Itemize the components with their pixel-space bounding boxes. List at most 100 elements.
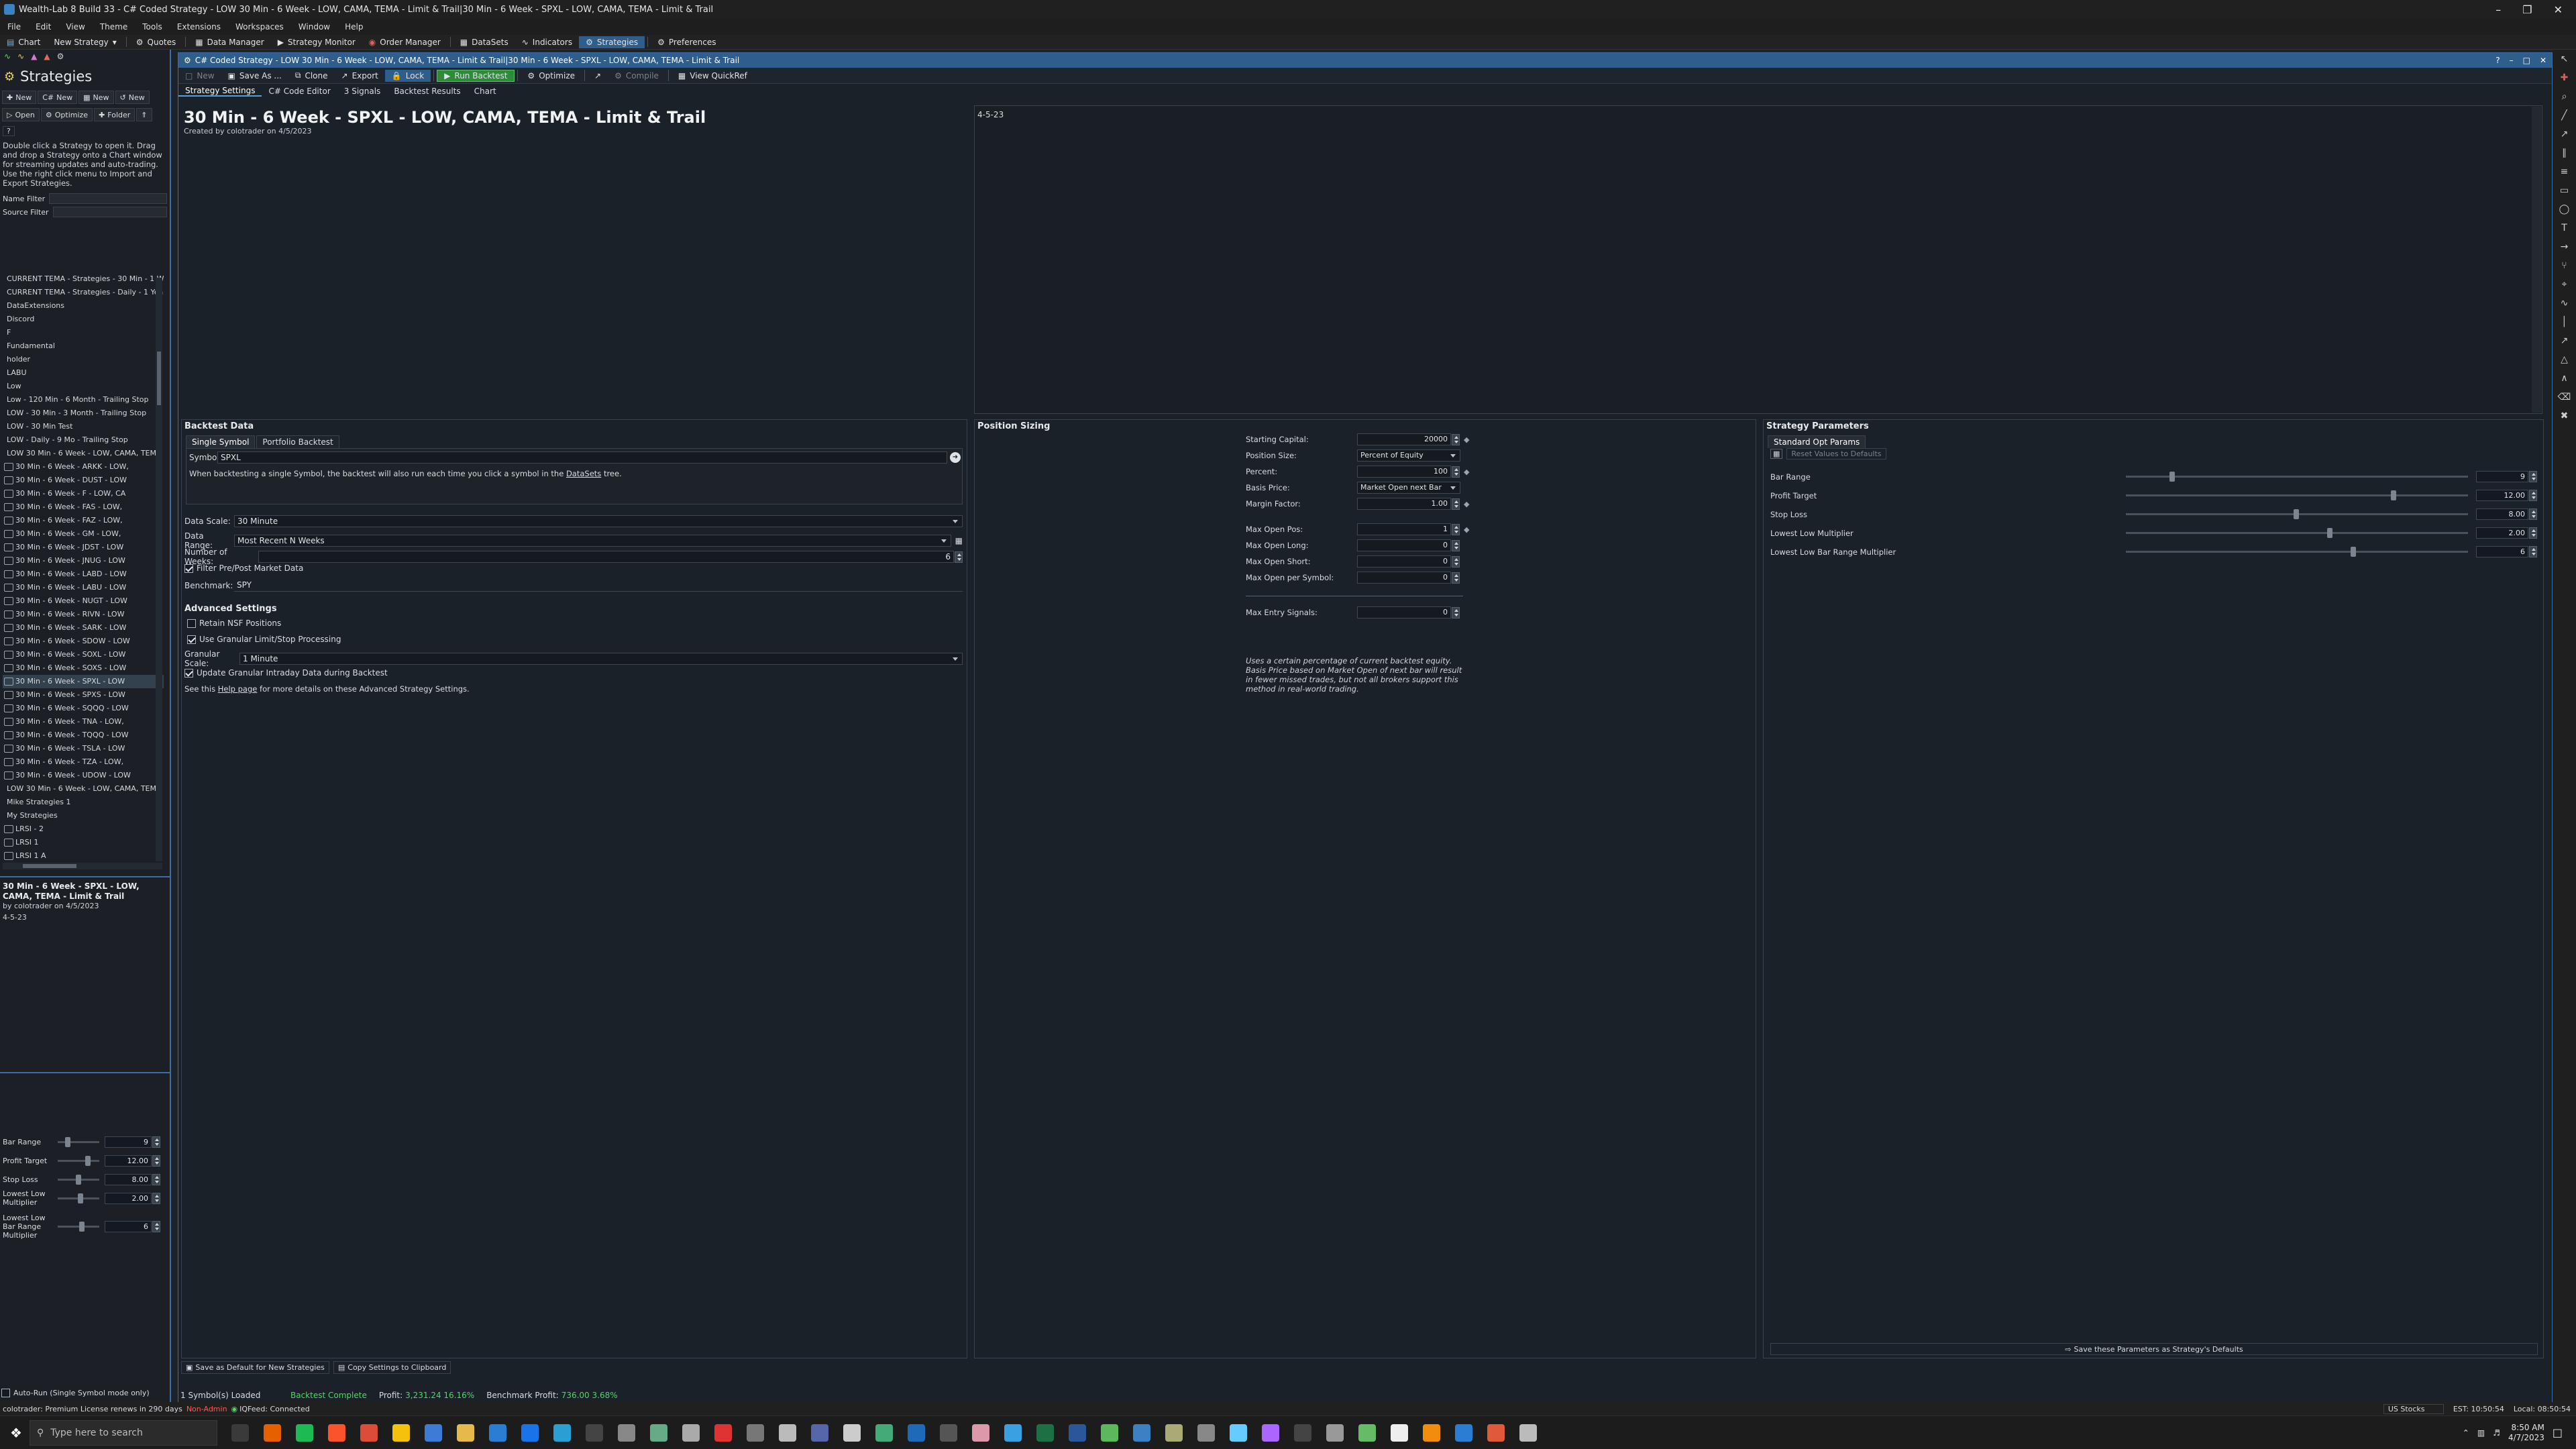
app-icon[interactable]	[875, 1424, 893, 1442]
app-icon[interactable]	[714, 1424, 732, 1442]
trash-icon[interactable]: ✖	[2558, 411, 2571, 424]
files-icon[interactable]	[457, 1424, 474, 1442]
spinner[interactable]	[1452, 466, 1460, 478]
text-icon[interactable]: T	[2558, 223, 2571, 236]
save-param-defaults-button[interactable]: ⇨ Save these Parameters as Strategy's Def…	[1770, 1343, 2538, 1355]
arrow-icon[interactable]: →	[2558, 241, 2571, 255]
quotes-button[interactable]: ⚙ Quotes	[129, 35, 183, 49]
tree-hscrollbar[interactable]	[3, 863, 162, 869]
clone-button[interactable]: ⧉ Clone	[288, 68, 335, 83]
tree-strategy[interactable]: 30 Min - 6 Week - SOXS - LOW	[3, 661, 164, 675]
store-icon[interactable]	[489, 1424, 506, 1442]
param-value[interactable]: 8.00	[2476, 508, 2528, 520]
trendline-icon[interactable]: ↗	[2558, 129, 2571, 142]
param-spinner[interactable]	[2529, 546, 2537, 557]
new-strategy-button[interactable]: New Strategy ▾	[47, 35, 123, 49]
tree-folder[interactable]: LOW 30 Min - 6 Week - LOW, CAMA, TEMA	[3, 782, 164, 796]
param-spinner[interactable]	[2529, 471, 2537, 482]
menu-extensions[interactable]: Extensions	[170, 22, 228, 32]
param-spinner[interactable]	[152, 1192, 160, 1204]
fib-icon[interactable]: ≡	[2558, 166, 2571, 180]
tree-strategy[interactable]: LRSI 1 A	[3, 849, 164, 863]
menu-workspaces[interactable]: Workspaces	[228, 22, 291, 32]
menu-help[interactable]: Help	[337, 22, 370, 32]
param-slider[interactable]	[58, 1155, 99, 1166]
doc-minimize-icon[interactable]: –	[2510, 56, 2514, 65]
tag-icon[interactable]: ◆	[1464, 500, 1469, 508]
param-value[interactable]: 8.00	[105, 1173, 152, 1185]
tag-icon[interactable]: ◆	[1464, 468, 1469, 476]
calendar-icon[interactable]: ▦	[955, 536, 963, 545]
app-icon[interactable]	[811, 1424, 828, 1442]
data-scale-select[interactable]: 30 Minute	[234, 515, 963, 527]
menu-theme[interactable]: Theme	[93, 22, 135, 32]
param-spinner[interactable]	[152, 1173, 160, 1185]
gann-icon[interactable]: ⌖	[2558, 279, 2571, 292]
tree-strategy[interactable]: LRSI - 2	[3, 822, 164, 836]
copy-settings-button[interactable]: ▤ Copy Settings to Clipboard	[333, 1361, 451, 1374]
chart-button[interactable]: ▤ Chart	[0, 35, 47, 49]
volume-icon[interactable]: ♬	[2493, 1428, 2500, 1438]
new-rotation-btn[interactable]: ↺ New	[115, 91, 150, 104]
data-range-select[interactable]: Most Recent N Weeks	[234, 535, 951, 547]
app-icon[interactable]	[1294, 1424, 1311, 1442]
tree-folder[interactable]: LOW - Daily - 9 Mo - Trailing Stop	[3, 433, 164, 447]
tree-strategy[interactable]: 30 Min - 6 Week - F - LOW, CA	[3, 487, 164, 500]
menu-view[interactable]: View	[58, 22, 92, 32]
tree-strategy[interactable]: 30 Min - 6 Week - JNUG - LOW	[3, 554, 164, 568]
datasets-button[interactable]: ▦ DataSets	[453, 35, 515, 49]
app-icon[interactable]	[908, 1424, 925, 1442]
source-filter-input[interactable]	[52, 207, 167, 217]
tree-strategy[interactable]: 30 Min - 6 Week - FAZ - LOW,	[3, 514, 164, 527]
line-icon[interactable]: ╱	[2558, 110, 2571, 123]
brave-icon[interactable]	[328, 1424, 345, 1442]
tab-strategy-settings[interactable]: Strategy Settings	[178, 86, 262, 97]
firefox-icon[interactable]	[264, 1424, 281, 1442]
percent-input[interactable]: 100	[1357, 466, 1451, 478]
help-icon[interactable]: ?	[2496, 56, 2500, 65]
market-select[interactable]: US Stocks	[2383, 1403, 2444, 1414]
app-icon[interactable]	[1487, 1424, 1505, 1442]
param-slider[interactable]	[2126, 472, 2468, 482]
edge-icon[interactable]	[553, 1424, 571, 1442]
app-icon[interactable]	[1101, 1424, 1118, 1442]
tree-folder[interactable]: LABU	[3, 366, 164, 380]
basis-price-select[interactable]: Market Open next Bar	[1357, 482, 1460, 494]
param-slider[interactable]	[58, 1174, 99, 1185]
tree-strategy[interactable]: 30 Min - 6 Week - GM - LOW,	[3, 527, 164, 541]
pitchfork-icon[interactable]: ⑂	[2558, 260, 2571, 274]
param-slider[interactable]	[58, 1221, 99, 1232]
tree-scrollbar[interactable]	[156, 278, 162, 861]
retain-nsf-checkbox[interactable]	[187, 619, 196, 628]
tab-backtest-results[interactable]: Backtest Results	[387, 87, 467, 96]
tree-folder[interactable]: LOW - 30 Min - 3 Month - Trailing Stop	[3, 407, 164, 420]
new-button[interactable]: □ New	[178, 68, 221, 83]
app-icon[interactable]	[1230, 1424, 1247, 1442]
network-icon[interactable]: ▥	[2477, 1428, 2485, 1438]
tree-folder[interactable]: LOW - 30 Min Test	[3, 420, 164, 433]
tag-icon[interactable]: ◆	[1464, 525, 1469, 534]
channel-icon[interactable]: ∥	[2558, 148, 2571, 161]
param-spinner[interactable]	[2529, 490, 2537, 501]
symbol-input[interactable]: SPXL	[217, 451, 947, 464]
open-button[interactable]: ▷ Open	[2, 108, 40, 121]
param-spinner[interactable]	[152, 1136, 160, 1148]
granular-checkbox[interactable]	[187, 635, 196, 644]
app-icon[interactable]	[650, 1424, 667, 1442]
triangle-icon[interactable]: △	[2558, 354, 2571, 368]
app-icon[interactable]	[843, 1424, 861, 1442]
param-slider[interactable]	[2126, 509, 2468, 519]
menu-tools[interactable]: Tools	[135, 22, 170, 32]
minimize-icon[interactable]: –	[2496, 3, 2501, 16]
tree-strategy[interactable]: LRSI 1	[3, 836, 164, 849]
tree-strategy[interactable]: 30 Min - 6 Week - TNA - LOW,	[3, 715, 164, 729]
tree-folder[interactable]: LOW 30 Min - 6 Week - LOW, CAMA, TEMA	[3, 447, 164, 460]
tree-folder[interactable]: Discord	[3, 313, 164, 326]
crosshair-icon[interactable]: ✚	[2558, 72, 2571, 86]
tree-folder[interactable]: My Strategies	[3, 809, 164, 822]
spinner[interactable]	[1452, 555, 1460, 568]
wealthlab-icon[interactable]	[1133, 1424, 1150, 1442]
app-icon[interactable]	[940, 1424, 957, 1442]
lock-button[interactable]: 🔒 Lock	[384, 69, 431, 82]
help-page-link[interactable]: Help page	[218, 684, 258, 694]
